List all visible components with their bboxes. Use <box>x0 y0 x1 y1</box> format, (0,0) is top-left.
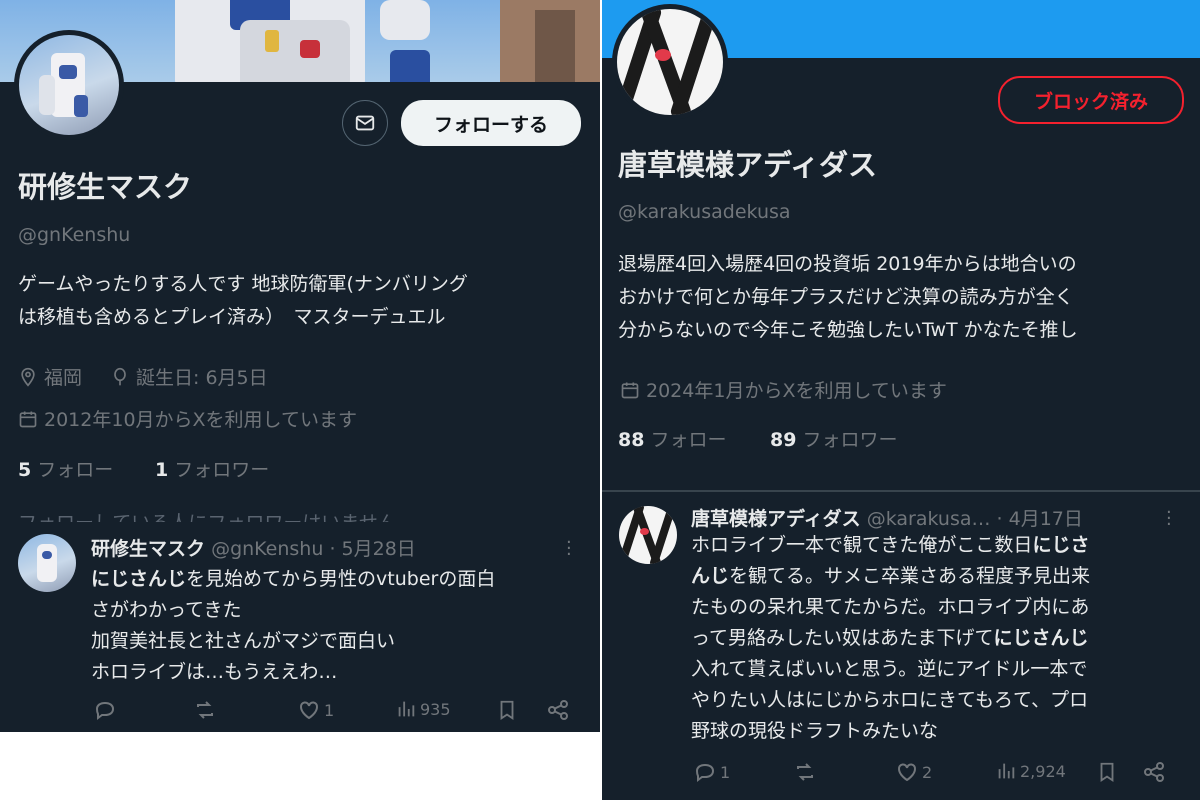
bookmark-icon <box>500 700 514 720</box>
profile-joined: 2012年10月からXを利用しています <box>18 405 357 432</box>
mail-icon <box>355 115 375 131</box>
left-profile-avatar[interactable] <box>19 35 119 135</box>
repost-button[interactable] <box>793 760 820 784</box>
followers-count[interactable]: 89 フォロワー <box>770 425 898 452</box>
share-button[interactable] <box>1142 760 1169 784</box>
following-count[interactable]: 5 フォロー <box>18 455 113 482</box>
repost-icon <box>197 701 213 719</box>
repost-button[interactable] <box>193 698 220 722</box>
profile-joined: 2024年1月からXを利用しています <box>620 376 947 403</box>
like-button[interactable]: 2 <box>895 760 932 784</box>
right-profile-panel: ブロック済み 唐草模様アディダス @karakusadekusa 退場歴4回入場… <box>602 0 1200 490</box>
reply-button[interactable] <box>93 698 120 722</box>
tweet-text: にじさんじを見始めてから男性のvtuberの面白 さがわかってきた 加賀美社長と… <box>91 568 496 683</box>
tweet-avatar[interactable] <box>18 534 76 592</box>
profile-location: 福岡 <box>18 363 82 390</box>
left-profile-panel: フォローする 研修生マスク @gnKenshu ゲームやったりする人です 地球防… <box>0 0 600 522</box>
bar-chart-icon <box>398 701 415 717</box>
share-icon <box>1144 762 1164 782</box>
views-count[interactable]: 2,924 <box>995 760 1066 782</box>
bookmark-button[interactable] <box>496 698 521 722</box>
bookmark-icon <box>1100 762 1114 782</box>
following-count[interactable]: 88 フォロー <box>618 425 727 452</box>
followers-count[interactable]: 1 フォロワー <box>155 455 269 482</box>
blocked-button[interactable]: ブロック済み <box>998 76 1184 124</box>
profile-name: 研修生マスク <box>18 170 193 204</box>
message-button[interactable] <box>342 100 388 146</box>
location-pin-icon <box>21 367 35 387</box>
tweet-text: ホロライブ一本で観てきた俺がここ数日にじさ んじを観てる。サメこ卒業さある程度予… <box>691 534 1091 742</box>
bar-chart-icon <box>998 763 1015 779</box>
bookmark-button[interactable] <box>1096 760 1121 784</box>
calendar-icon <box>621 382 639 398</box>
right-tweet-panel: 唐草模様アディダス @karakusa… · 4月17日 · · · ホロライブ一本… <box>602 492 1200 800</box>
share-button[interactable] <box>546 698 573 722</box>
tweet-avatar[interactable] <box>619 506 677 564</box>
repost-icon <box>797 763 813 781</box>
followers-you-know-text: フォローしている人にフォロワーはいません <box>18 510 578 522</box>
profile-name: 唐草模様アディダス <box>618 148 877 182</box>
balloon-icon <box>114 367 126 385</box>
reply-icon <box>695 763 715 782</box>
heart-icon <box>300 701 318 720</box>
profile-handle: @gnKenshu <box>18 224 131 246</box>
profile-birthday: 誕生日: 6月5日 <box>110 363 268 390</box>
profile-bio: 退場歴4回入場歴4回の投資垢 2019年からは地合いの おかけで何とか毎年プラス… <box>618 253 1078 341</box>
reply-button[interactable]: 1 <box>693 760 730 784</box>
profile-handle: @karakusadekusa <box>618 201 791 223</box>
views-count[interactable]: 935 <box>395 698 451 720</box>
heart-icon <box>898 763 916 782</box>
tweet-header: 研修生マスク @gnKenshu · 5月28日 <box>91 538 416 560</box>
like-button[interactable]: 1 <box>297 698 334 722</box>
right-profile-avatar[interactable] <box>617 9 723 115</box>
follow-button[interactable]: フォローする <box>401 100 581 146</box>
more-options-icon[interactable]: · · · <box>566 534 572 564</box>
left-tweet-panel: 研修生マスク @gnKenshu · 5月28日 · · · にじさんじを見始めてか… <box>0 522 600 732</box>
profile-bio: ゲームやったりする人です 地球防衛軍(ナンバリング は移植も含めるとプレイ済み）… <box>18 273 468 328</box>
tweet-header: 唐草模様アディダス @karakusa… · 4月17日 <box>691 508 1083 530</box>
more-options-icon[interactable]: · · · <box>1166 504 1172 534</box>
calendar-icon <box>19 411 37 427</box>
reply-icon <box>95 701 115 720</box>
share-icon <box>548 700 568 720</box>
